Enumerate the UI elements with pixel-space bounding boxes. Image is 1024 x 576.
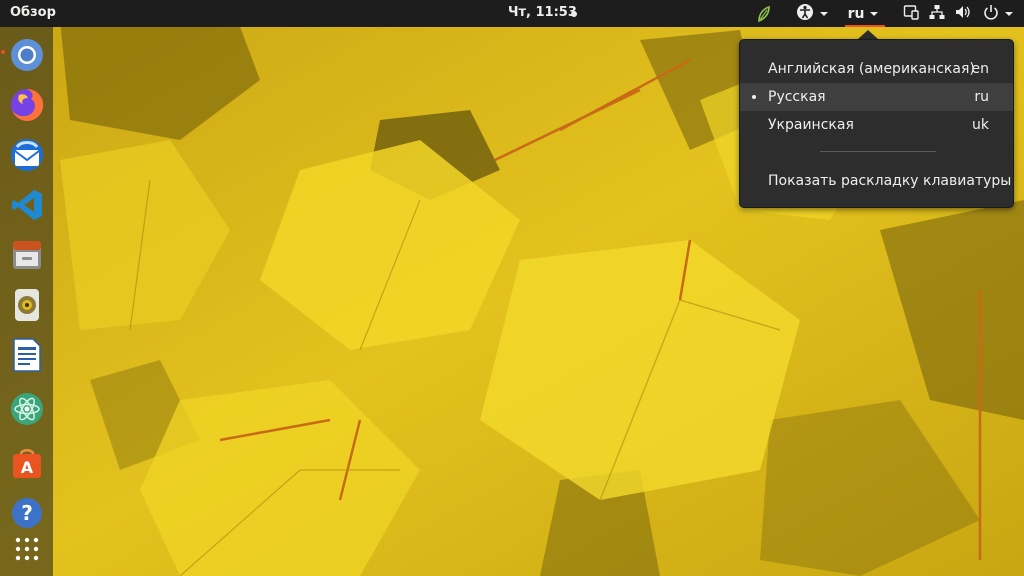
selected-bullet-icon xyxy=(752,95,756,99)
show-applications-icon[interactable] xyxy=(5,527,48,570)
firefox-icon[interactable] xyxy=(5,83,48,126)
layout-item-code: en xyxy=(971,61,990,77)
thunderbird-icon[interactable] xyxy=(5,133,48,176)
activities-button[interactable]: Обзор xyxy=(10,5,56,20)
system-status-menu[interactable] xyxy=(900,3,1016,24)
network-wired-icon xyxy=(929,4,945,24)
svg-text:?: ? xyxy=(21,501,33,525)
chevron-down-icon xyxy=(820,11,828,16)
clock[interactable]: Чт, 11:53 xyxy=(508,5,577,20)
show-keyboard-layout-item[interactable]: Показать раскладку клавиатуры xyxy=(740,167,1013,195)
libreoffice-writer-icon[interactable] xyxy=(5,333,48,376)
keyboard-layout-label: ru xyxy=(847,5,865,22)
power-icon xyxy=(983,4,999,24)
atom-icon[interactable] xyxy=(5,387,48,430)
svg-text:A: A xyxy=(20,458,33,477)
keyboard-layout-menu[interactable]: ru xyxy=(845,3,881,24)
layout-item-code: uk xyxy=(972,117,989,133)
top-bar: Обзор Чт, 11:53 ru xyxy=(0,0,1024,27)
files-icon[interactable] xyxy=(5,233,48,276)
vscode-icon[interactable] xyxy=(5,183,48,226)
rhythmbox-icon[interactable] xyxy=(5,283,48,326)
leaf-network-icon[interactable] xyxy=(756,3,772,24)
notification-dot xyxy=(571,11,577,17)
layout-item-label: Украинская xyxy=(768,117,854,133)
layout-item-code: ru xyxy=(974,89,989,105)
show-layout-label: Показать раскладку клавиатуры xyxy=(768,173,1012,189)
layout-item-russian[interactable]: Русская ru xyxy=(740,83,1013,111)
popup-arrow xyxy=(858,30,878,39)
keyboard-layout-popup: Английская (американская) en Русская ru … xyxy=(739,39,1014,208)
layout-item-ukrainian[interactable]: Украинская uk xyxy=(740,111,1013,139)
layout-item-english[interactable]: Английская (американская) en xyxy=(740,55,1013,83)
chevron-down-icon xyxy=(1005,11,1013,16)
layout-item-label: Русская xyxy=(768,89,826,105)
desktop: Обзор Чт, 11:53 ru A ? Английская (амери… xyxy=(0,0,1024,576)
active-menu-indicator xyxy=(845,25,885,27)
display-icon xyxy=(903,4,919,24)
accessibility-menu[interactable] xyxy=(795,3,829,24)
layout-item-label: Английская (американская) xyxy=(768,61,975,77)
chevron-down-icon xyxy=(870,11,879,16)
chromium-icon[interactable] xyxy=(5,33,48,76)
software-center-icon[interactable]: A xyxy=(5,441,48,484)
menu-separator xyxy=(820,151,936,152)
dock: A ? xyxy=(0,27,53,576)
volume-icon xyxy=(955,4,971,24)
accessibility-icon xyxy=(796,3,814,25)
